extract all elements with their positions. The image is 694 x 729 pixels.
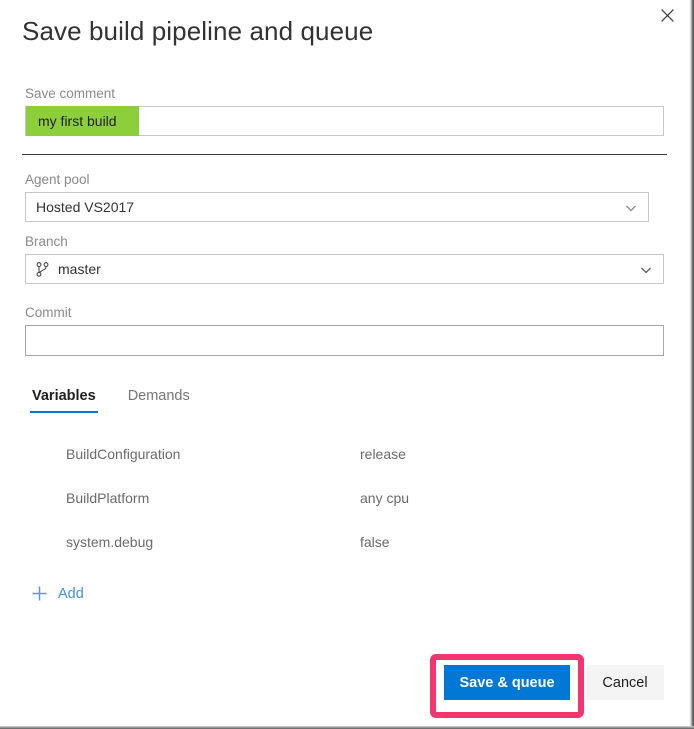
commit-label: Commit <box>25 305 72 320</box>
variable-value: any cpu <box>360 490 410 506</box>
tab-variables[interactable]: Variables <box>30 388 98 413</box>
agent-pool-field-group: Agent pool Hosted VS2017 <box>25 172 649 222</box>
close-button[interactable] <box>654 2 680 28</box>
table-row[interactable]: BuildPlatform any cpu <box>66 476 586 520</box>
branch-field-group: Branch master <box>25 234 664 284</box>
table-row[interactable]: BuildConfiguration release <box>66 432 586 476</box>
tab-bar: Variables Demands <box>30 388 220 413</box>
save-build-pipeline-dialog: Save build pipeline and queue Save comme… <box>0 0 694 729</box>
variable-name: BuildConfiguration <box>66 446 181 462</box>
agent-pool-label: Agent pool <box>25 172 90 187</box>
page-title: Save build pipeline and queue <box>22 16 374 46</box>
save-comment-field-group: Save comment my first build <box>25 86 664 136</box>
section-divider <box>22 154 667 155</box>
table-row[interactable]: system.debug false <box>66 520 586 564</box>
variable-name: system.debug <box>66 534 154 550</box>
commit-field-group: Commit <box>25 305 664 356</box>
commit-input[interactable] <box>25 325 664 356</box>
cancel-button[interactable]: Cancel <box>586 665 664 700</box>
variables-table: BuildConfiguration release BuildPlatform… <box>66 432 586 564</box>
save-comment-value-highlight: my first build <box>26 106 139 136</box>
variable-value: false <box>360 534 390 550</box>
branch-label: Branch <box>25 234 68 249</box>
window-right-edge <box>689 0 694 729</box>
variable-name: BuildPlatform <box>66 490 150 506</box>
dialog-footer: Save & queue Cancel <box>0 647 689 726</box>
save-comment-label: Save comment <box>25 86 116 101</box>
git-branch-icon <box>36 261 49 277</box>
tab-demands[interactable]: Demands <box>126 388 192 413</box>
variable-value: release <box>360 446 406 462</box>
agent-pool-value: Hosted VS2017 <box>36 199 135 215</box>
chevron-down-icon <box>625 201 637 213</box>
chevron-down-icon <box>640 263 652 275</box>
add-label: Add <box>58 585 84 602</box>
plus-icon <box>31 585 48 602</box>
add-variable-button[interactable]: Add <box>31 585 84 602</box>
save-and-queue-button[interactable]: Save & queue <box>444 665 570 700</box>
agent-pool-dropdown[interactable]: Hosted VS2017 <box>25 192 649 222</box>
save-comment-input[interactable]: my first build <box>25 106 664 136</box>
close-icon <box>660 8 674 22</box>
branch-dropdown[interactable]: master <box>25 254 664 284</box>
branch-value: master <box>58 261 101 277</box>
